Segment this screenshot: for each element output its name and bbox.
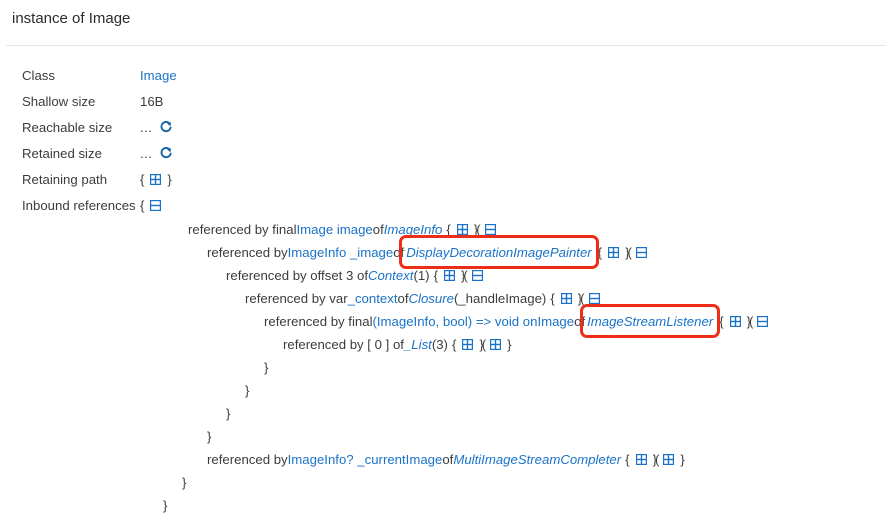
minus-box-icon[interactable] bbox=[757, 316, 769, 327]
tree-reference-line[interactable]: referenced by offset 3 of Context (1){}( bbox=[0, 264, 887, 287]
property-value: ... bbox=[140, 146, 173, 161]
tree-reference-line[interactable]: referenced by var _context of Closure (_… bbox=[0, 287, 887, 310]
tree-closing-brace: } bbox=[0, 402, 887, 425]
open-brace: { bbox=[446, 222, 451, 237]
plus-box-icon[interactable] bbox=[663, 454, 675, 465]
tree-reference-line[interactable]: referenced by final (ImageInfo, bool) =>… bbox=[0, 304, 887, 338]
plus-box-icon[interactable] bbox=[456, 224, 468, 235]
minus-box-icon[interactable] bbox=[484, 224, 496, 235]
plus-box-icon[interactable] bbox=[150, 173, 162, 185]
minus-box-icon[interactable] bbox=[635, 247, 647, 258]
plus-box-icon[interactable] bbox=[635, 454, 647, 465]
property-value: {} bbox=[140, 172, 172, 187]
property-value: Image bbox=[140, 68, 177, 83]
tree-closing-brace: } bbox=[0, 494, 887, 517]
tree-closing-brace: } bbox=[0, 471, 887, 494]
open-brace: { bbox=[597, 245, 603, 260]
closing-brace: } bbox=[163, 498, 168, 513]
plus-box-icon[interactable] bbox=[443, 270, 455, 281]
property-label: Class bbox=[22, 67, 55, 83]
minus-box-icon[interactable] bbox=[471, 270, 483, 281]
closing-brace: } bbox=[245, 383, 250, 398]
tree-closing-brace: } bbox=[0, 356, 887, 379]
refresh-icon[interactable] bbox=[159, 146, 173, 160]
closing-brace: } bbox=[207, 429, 212, 444]
placeholder-value: ... bbox=[140, 145, 153, 161]
property-row: Retaining path {} bbox=[0, 166, 887, 192]
brace-pair: }( bbox=[460, 268, 468, 283]
open-brace: { bbox=[625, 452, 630, 467]
close-brace: } bbox=[507, 337, 512, 352]
close-brace: } bbox=[680, 452, 685, 467]
minus-box-icon[interactable] bbox=[150, 199, 162, 211]
highlighted-class-link[interactable]: DisplayDecorationImagePainter bbox=[406, 245, 591, 260]
property-label: Reachable size bbox=[22, 119, 113, 135]
property-value: ... bbox=[140, 120, 173, 135]
plus-box-icon[interactable] bbox=[729, 316, 741, 327]
property-row: Reachable size... bbox=[0, 114, 887, 140]
highlight-box: DisplayDecorationImagePainter bbox=[399, 235, 600, 269]
minus-box-icon[interactable] bbox=[588, 293, 600, 304]
open-brace: { bbox=[719, 314, 724, 329]
placeholder-value: ... bbox=[140, 119, 153, 135]
plus-box-icon[interactable] bbox=[560, 293, 572, 304]
property-label: Retaining path bbox=[22, 171, 108, 187]
tree-reference-line[interactable]: referenced by ImageInfo _image of Displa… bbox=[0, 235, 887, 269]
plus-box-icon[interactable] bbox=[462, 339, 474, 350]
property-label: Shallow size bbox=[22, 93, 96, 109]
open-brace: { bbox=[140, 197, 145, 213]
class-link: Image bbox=[140, 67, 177, 83]
highlighted-class-link[interactable]: ImageStreamListener bbox=[587, 314, 713, 329]
tree-reference-line[interactable]: referenced by [ 0 ] of _List (3){}(} bbox=[0, 333, 887, 356]
property-list: Class Image Shallow size 16B Reachable size.… bbox=[0, 62, 887, 218]
property-row: Inbound references{ bbox=[0, 192, 887, 218]
open-brace: { bbox=[550, 291, 555, 306]
shallow-size-value: 16B bbox=[140, 93, 164, 109]
property-value: 16B bbox=[140, 94, 163, 109]
property-row: Retained size... bbox=[0, 140, 887, 166]
page-title: instance of Image bbox=[12, 10, 131, 27]
closing-brace: } bbox=[182, 475, 187, 490]
tree-reference-line[interactable]: referenced by ImageInfo? _currentImage o… bbox=[0, 448, 887, 471]
header-divider bbox=[6, 45, 886, 46]
instance-inspector-panel: instance of Image Class Image Shallow size… bbox=[0, 0, 887, 513]
panel-header: instance of Image bbox=[0, 0, 887, 36]
property-row: Shallow size 16B bbox=[0, 88, 887, 114]
open-brace: { bbox=[140, 171, 145, 187]
plus-box-icon[interactable] bbox=[490, 339, 502, 350]
closing-brace: } bbox=[226, 406, 231, 421]
property-label: Retained size bbox=[22, 145, 102, 161]
property-row: Class Image bbox=[0, 62, 887, 88]
brace-pair: }( bbox=[479, 337, 486, 352]
open-brace: { bbox=[433, 268, 438, 283]
plus-box-icon[interactable] bbox=[608, 247, 620, 258]
brace-pair: }( bbox=[473, 222, 481, 237]
open-brace: { bbox=[451, 337, 457, 352]
brace-pair: }( bbox=[746, 314, 754, 329]
property-value: { bbox=[140, 198, 167, 213]
brace-pair: }( bbox=[577, 291, 585, 306]
tree-closing-brace: } bbox=[0, 379, 887, 402]
tree-reference-line[interactable]: referenced by final Image image of Image… bbox=[0, 218, 887, 241]
highlight-box: ImageStreamListener bbox=[580, 304, 721, 338]
refresh-icon[interactable] bbox=[159, 120, 173, 134]
property-label: Inbound references bbox=[22, 197, 136, 213]
inbound-references-tree: referenced by final Image image of Image… bbox=[0, 218, 887, 517]
closing-brace: } bbox=[264, 360, 269, 375]
brace-pair: }( bbox=[625, 245, 632, 260]
close-brace: } bbox=[167, 171, 172, 187]
tree-closing-brace: } bbox=[0, 425, 887, 448]
brace-pair: }( bbox=[652, 452, 660, 467]
